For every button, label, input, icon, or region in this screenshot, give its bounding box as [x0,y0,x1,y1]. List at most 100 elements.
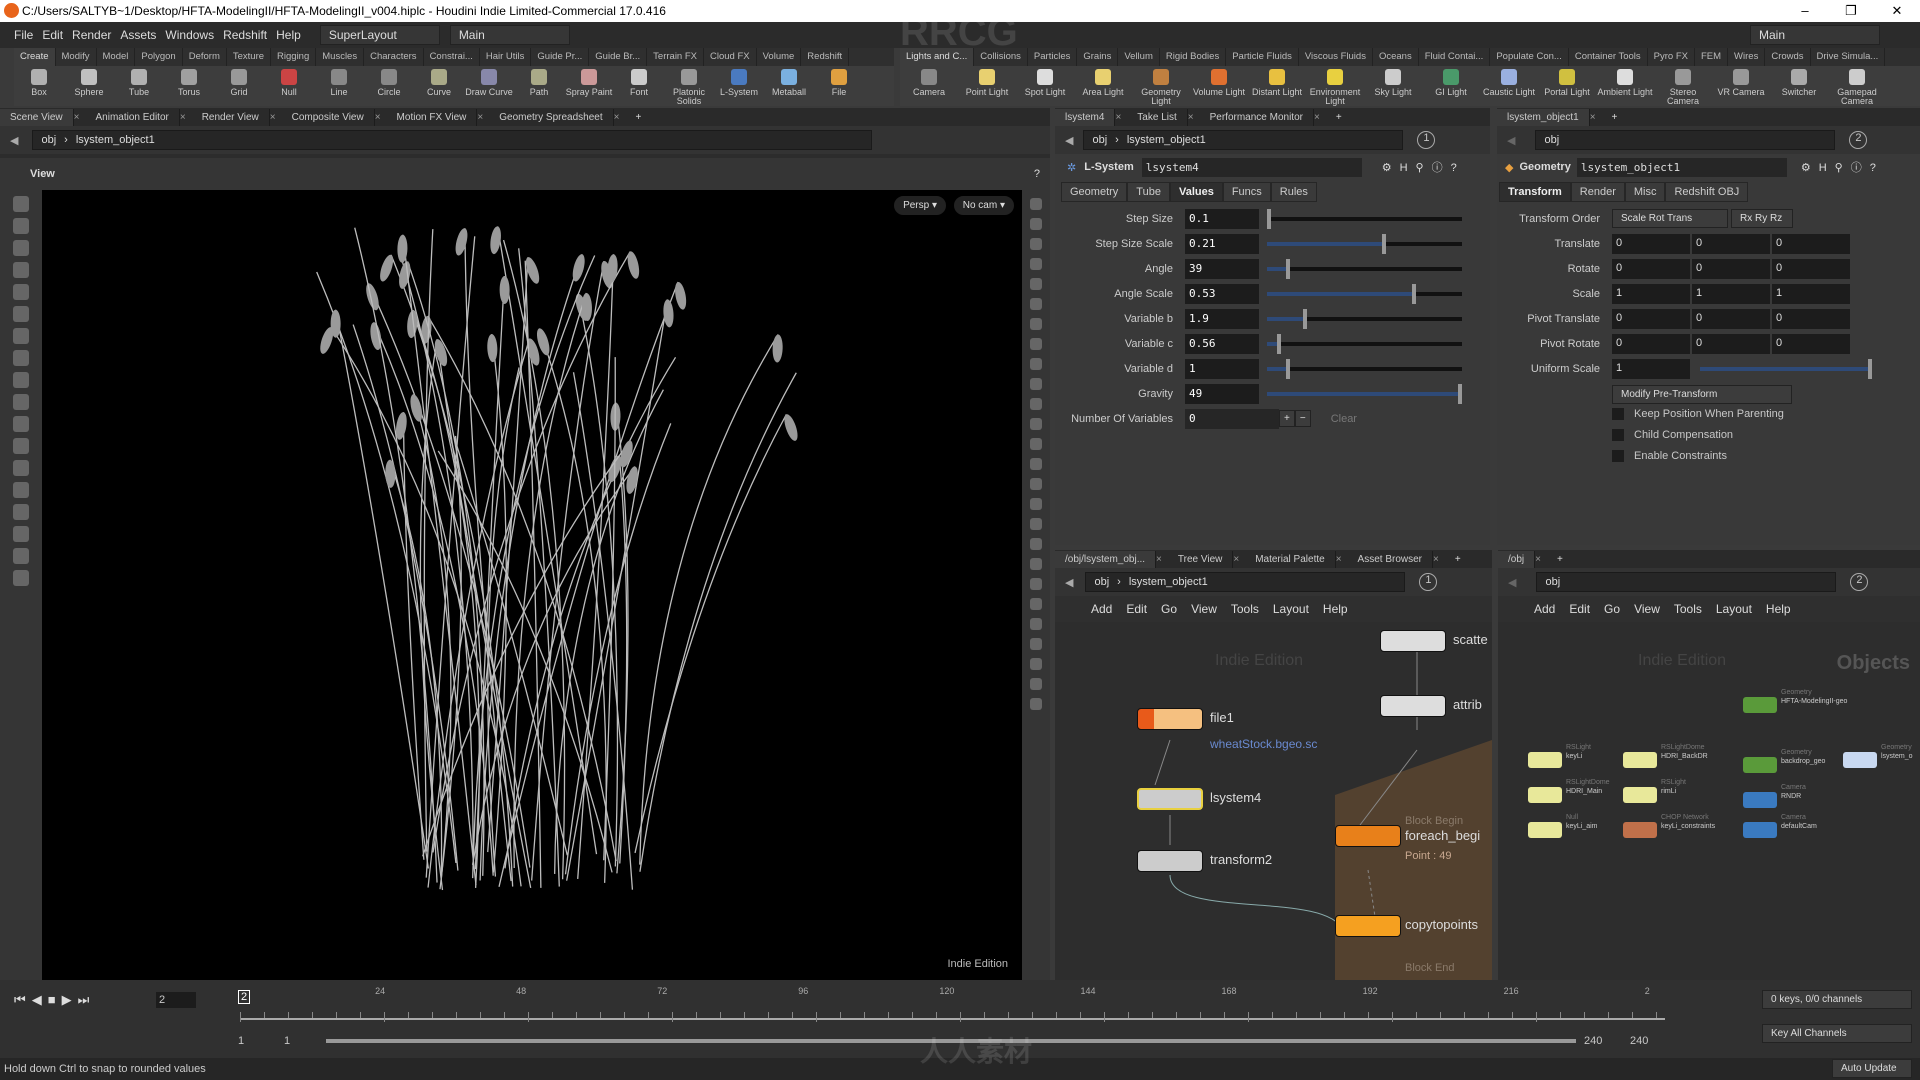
pane-tab-scene-view[interactable]: Scene View [0,109,74,126]
back-arrow-icon[interactable]: ◀ [1065,576,1073,589]
back-arrow-icon[interactable]: ◀ [1507,134,1515,147]
current-frame-field[interactable]: 2 [156,992,196,1008]
param-tab-tube[interactable]: Tube [1127,182,1170,202]
variable-b-slider[interactable] [1267,317,1462,321]
close-tab-icon[interactable]: × [1156,554,1168,565]
shelf-tool-l-system[interactable]: L-System [714,66,764,97]
path-obj[interactable]: obj [1544,134,1559,146]
pane-tab-take-list[interactable]: Take List [1127,109,1187,126]
shelf-tab-vellum[interactable]: Vellum [1118,48,1160,66]
shelf-tab-deform[interactable]: Deform [183,48,227,66]
tool-icon[interactable] [13,240,29,256]
pane-tab-motion-fx-view[interactable]: Motion FX View [387,109,478,126]
add-tab-icon[interactable]: + [1326,109,1352,126]
step-back-icon[interactable]: ◀ [32,992,42,1008]
network-menu-view[interactable]: View [1191,602,1217,616]
tool-icon[interactable] [1030,558,1042,570]
shelf-tool-ambient-light[interactable]: Ambient Light [1596,66,1654,97]
tool-icon[interactable] [13,196,29,212]
shelf-tool-path[interactable]: Path [514,66,564,97]
pivot-rotate-z-field[interactable]: 0 [1772,334,1850,354]
tool-icon[interactable] [1030,238,1042,250]
stop-icon[interactable]: ■ [48,992,56,1008]
shelf-tool-grid[interactable]: Grid [214,66,264,97]
param-tab-geometry[interactable]: Geometry [1061,182,1127,202]
node-keyli-aim[interactable] [1528,822,1562,838]
tool-icon[interactable] [1030,398,1042,410]
shelf-tab-container-tools[interactable]: Container Tools [1569,48,1648,66]
shelf-tool-environment-light[interactable]: Environment Light [1306,66,1364,106]
close-tab-icon[interactable]: × [375,112,387,123]
pivot-rotate-y-field[interactable]: 0 [1692,334,1770,354]
tool-icon[interactable] [13,438,29,454]
translate-x-field[interactable]: 0 [1612,234,1690,254]
param-tab-values[interactable]: Values [1170,182,1223,202]
shelf-tab-muscles[interactable]: Muscles [316,48,364,66]
shelf-tab-model[interactable]: Model [97,48,136,66]
pane-link-number[interactable]: 2 [1849,131,1867,149]
angle-field[interactable]: 39 [1185,259,1259,279]
tool-icon[interactable] [1030,638,1042,650]
camera-menu[interactable]: No cam ▾ [954,196,1014,215]
range-start-field[interactable]: 1 [284,1035,290,1047]
close-tab-icon[interactable]: × [180,112,192,123]
shelf-tab-collisions[interactable]: Collisions [974,48,1028,66]
translate-y-field[interactable]: 0 [1692,234,1770,254]
tool-icon[interactable] [1030,278,1042,290]
help-icon[interactable]: ? [1034,168,1040,180]
tool-icon[interactable] [1030,678,1042,690]
shelf-tool-curve[interactable]: Curve [414,66,464,97]
pane-tab-tree-view[interactable]: Tree View [1168,551,1233,568]
timeline-ruler[interactable]: 2 244872961201441681922162 [240,986,1665,1026]
number-of-variables-field[interactable]: 0 [1185,409,1279,429]
pane-tab-performance-monitor[interactable]: Performance Monitor [1200,109,1314,126]
close-tab-icon[interactable]: × [74,112,86,123]
tool-icon[interactable] [13,504,29,520]
path-field[interactable]: obj [1536,572,1836,592]
path-node[interactable]: lsystem_object1 [76,134,155,146]
tool-icon[interactable] [13,284,29,300]
shelf-tab-fem[interactable]: FEM [1695,48,1728,66]
network-menu-go[interactable]: Go [1604,602,1620,616]
shelf-tab-volume[interactable]: Volume [757,48,802,66]
shelf-tab-drive-simula[interactable]: Drive Simula... [1811,48,1886,66]
modify-pre-transform-menu[interactable]: Modify Pre-Transform [1612,385,1792,404]
add-variable-button[interactable]: + [1279,410,1295,427]
shelf-tab-particle-fluids[interactable]: Particle Fluids [1226,48,1299,66]
shelf-tool-gi-light[interactable]: GI Light [1422,66,1480,97]
translate-z-field[interactable]: 0 [1772,234,1850,254]
start-frame-field[interactable]: 1 [238,1035,244,1047]
angle-scale-field[interactable]: 0.53 [1185,284,1259,304]
tool-icon[interactable] [1030,498,1042,510]
playhead-frame[interactable]: 2 [238,990,250,1004]
jump-end-icon[interactable]: ⏭ [78,992,90,1008]
shelf-tab-pyro-fx[interactable]: Pyro FX [1648,48,1695,66]
desktop-select[interactable]: SuperLayout [320,25,440,45]
shelf-tab-lights-and-c[interactable]: Lights and C... [900,48,974,66]
path-obj[interactable]: obj [41,134,56,146]
uniform-scale-field[interactable]: 1 [1612,359,1690,379]
node-file1[interactable] [1137,708,1203,730]
context-select[interactable]: Main [450,25,570,45]
shelf-tab-fluid-contai[interactable]: Fluid Contai... [1419,48,1491,66]
path-obj[interactable]: obj [1545,576,1560,588]
add-tab-icon[interactable]: + [1602,109,1628,126]
shelf-tab-guide-br[interactable]: Guide Br... [589,48,647,66]
pivot-translate-z-field[interactable]: 0 [1772,309,1850,329]
tool-icon[interactable] [13,416,29,432]
shelf-tool-camera[interactable]: Camera [900,66,958,97]
shelf-tab-rigid-bodies[interactable]: Rigid Bodies [1160,48,1226,66]
network-canvas[interactable]: Indie Edition file1 wheatStock.bgeo.sc l… [1055,630,1492,980]
shelf-tool-metaball[interactable]: Metaball [764,66,814,97]
add-tab-icon[interactable]: + [1445,551,1471,568]
variable-c-slider[interactable] [1267,342,1462,346]
path-field[interactable]: obj› lsystem_object1 [1083,130,1403,150]
node-header-icons[interactable]: ⚙H⚲ⓘ? [1801,159,1884,175]
pane-link-number[interactable]: 1 [1417,131,1435,149]
shelf-tool-spray-paint[interactable]: Spray Paint [564,66,614,97]
step-size-scale-slider[interactable] [1267,242,1462,246]
tool-icon[interactable] [1030,198,1042,210]
close-tab-icon[interactable]: × [1314,112,1326,123]
param-tab-render[interactable]: Render [1571,182,1625,202]
variable-d-field[interactable]: 1 [1185,359,1259,379]
